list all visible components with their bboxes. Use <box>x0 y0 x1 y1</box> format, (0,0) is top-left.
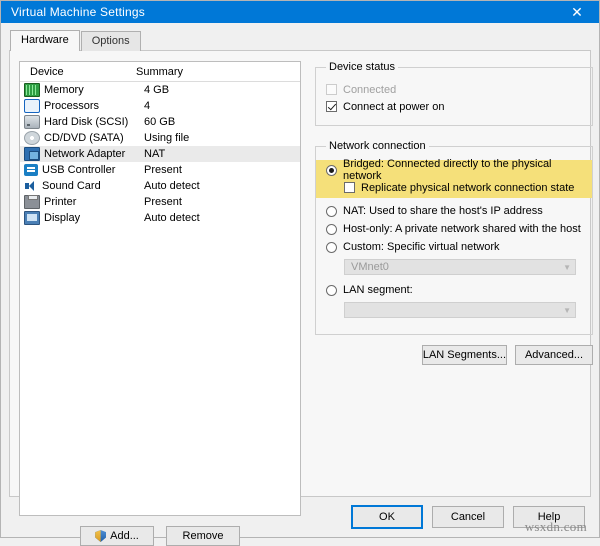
bridged-highlight-block: Bridged: Connected directly to the physi… <box>316 158 592 198</box>
device-name: Printer <box>44 196 77 208</box>
replicate-checkbox-row[interactable]: Replicate physical network connection st… <box>326 179 582 196</box>
table-row[interactable]: Processors 4 <box>20 98 300 114</box>
cancel-button[interactable]: Cancel <box>432 506 504 528</box>
radio-host-only-label: Host-only: A private network shared with… <box>343 223 581 235</box>
radio-bridged-label: Bridged: Connected directly to the physi… <box>343 158 552 182</box>
device-summary: Auto detect <box>144 180 200 192</box>
device-summary: Auto detect <box>144 212 200 224</box>
radio-host-only-row[interactable]: Host-only: A private network shared with… <box>326 220 582 238</box>
display-icon <box>24 211 40 225</box>
table-row[interactable]: Sound Card Auto detect <box>20 178 300 194</box>
device-name: USB Controller <box>42 164 116 176</box>
network-adapter-icon <box>24 147 40 161</box>
table-row-selected[interactable]: Network Adapter NAT <box>20 146 300 162</box>
dialog-footer: OK Cancel Help wsxdn.com <box>1 497 599 537</box>
device-status-group: Device status Connected Connect at power… <box>315 61 593 126</box>
settings-content: Device Summary Memory 4 GB Processors 4 … <box>9 50 593 546</box>
radio-bridged-row[interactable]: Bridged: Connected directly to the physi… <box>326 158 582 182</box>
radio-nat-row[interactable]: NAT: Used to share the host's IP address <box>326 202 582 220</box>
table-row[interactable]: CD/DVD (SATA) Using file <box>20 130 300 146</box>
usb-controller-icon <box>24 164 38 176</box>
radio-lan-segment-row[interactable]: LAN segment: <box>326 281 582 299</box>
device-name: Sound Card <box>42 180 101 192</box>
device-name: Network Adapter <box>44 148 126 160</box>
close-icon[interactable]: ✕ <box>555 1 599 23</box>
device-settings-panel: Device status Connected Connect at power… <box>315 61 593 365</box>
table-row[interactable]: Hard Disk (SCSI) 60 GB <box>20 114 300 130</box>
custom-network-dropdown[interactable]: VMnet0 ▼ <box>344 259 576 275</box>
sound-card-icon <box>24 180 38 192</box>
cd-dvd-icon <box>24 131 40 145</box>
window-title: Virtual Machine Settings <box>11 5 145 19</box>
device-summary: 4 <box>144 100 151 112</box>
radio-host-only[interactable] <box>326 223 337 235</box>
device-name: Memory <box>44 84 84 96</box>
device-summary: Present <box>144 164 182 176</box>
table-row[interactable]: Memory 4 GB <box>20 82 300 98</box>
tab-hardware[interactable]: Hardware <box>10 30 80 51</box>
chevron-down-icon: ▼ <box>563 305 571 315</box>
connect-at-power-on-checkbox[interactable] <box>326 101 337 112</box>
custom-network-value: VMnet0 <box>351 261 389 273</box>
radio-nat[interactable] <box>326 205 337 217</box>
lan-segment-dropdown[interactable]: ▼ <box>344 302 576 318</box>
network-connection-group: Network connection Bridged: Connected di… <box>315 140 593 335</box>
vm-settings-window: Virtual Machine Settings ✕ Hardware Opti… <box>0 0 600 546</box>
network-connection-legend: Network connection <box>329 140 426 152</box>
device-name: Hard Disk (SCSI) <box>44 116 129 128</box>
table-row[interactable]: Printer Present <box>20 194 300 210</box>
connected-checkbox-row[interactable]: Connected <box>326 81 582 98</box>
radio-nat-label: NAT: Used to share the host's IP address <box>343 205 543 217</box>
device-name: CD/DVD (SATA) <box>44 132 124 144</box>
connected-checkbox[interactable] <box>326 84 337 95</box>
advanced-button[interactable]: Advanced... <box>515 345 593 365</box>
help-button[interactable]: Help <box>513 506 585 528</box>
device-summary: Using file <box>144 132 190 144</box>
memory-icon <box>24 83 40 97</box>
title-bar: Virtual Machine Settings ✕ <box>1 1 599 23</box>
device-summary: 60 GB <box>144 116 176 128</box>
processor-icon <box>24 99 40 113</box>
connect-at-power-on-label: Connect at power on <box>343 100 445 113</box>
device-status-legend: Device status <box>329 61 396 73</box>
radio-custom-label: Custom: Specific virtual network <box>343 241 500 253</box>
radio-lan-segment[interactable] <box>326 284 337 296</box>
replicate-checkbox[interactable] <box>344 182 355 193</box>
network-action-buttons: LAN Segments... Advanced... <box>315 345 593 365</box>
chevron-down-icon: ▼ <box>563 262 571 272</box>
radio-bridged[interactable] <box>326 164 337 176</box>
device-name: Processors <box>44 100 100 112</box>
column-header-summary: Summary <box>136 65 184 78</box>
device-list[interactable]: Device Summary Memory 4 GB Processors 4 … <box>19 61 301 516</box>
radio-custom-row[interactable]: Custom: Specific virtual network <box>326 238 582 256</box>
device-summary: 4 GB <box>144 84 170 96</box>
ok-button[interactable]: OK <box>351 505 423 529</box>
hard-disk-icon <box>24 115 40 129</box>
printer-icon <box>24 195 40 209</box>
tab-strip: Hardware Options <box>1 29 599 51</box>
replicate-label: Replicate physical network connection st… <box>361 181 575 194</box>
table-row[interactable]: USB Controller Present <box>20 162 300 178</box>
radio-lan-segment-label: LAN segment: <box>343 284 413 296</box>
device-list-header: Device Summary <box>20 62 300 82</box>
connect-at-power-on-row[interactable]: Connect at power on <box>326 98 582 115</box>
lan-segments-button[interactable]: LAN Segments... <box>421 345 507 365</box>
device-summary: Present <box>144 196 182 208</box>
connected-label: Connected <box>343 83 397 96</box>
table-row[interactable]: Display Auto detect <box>20 210 300 226</box>
tab-options[interactable]: Options <box>80 31 141 51</box>
column-header-device: Device <box>30 65 64 78</box>
device-summary: NAT <box>144 148 166 160</box>
device-name: Display <box>44 212 81 224</box>
radio-custom[interactable] <box>326 241 337 253</box>
